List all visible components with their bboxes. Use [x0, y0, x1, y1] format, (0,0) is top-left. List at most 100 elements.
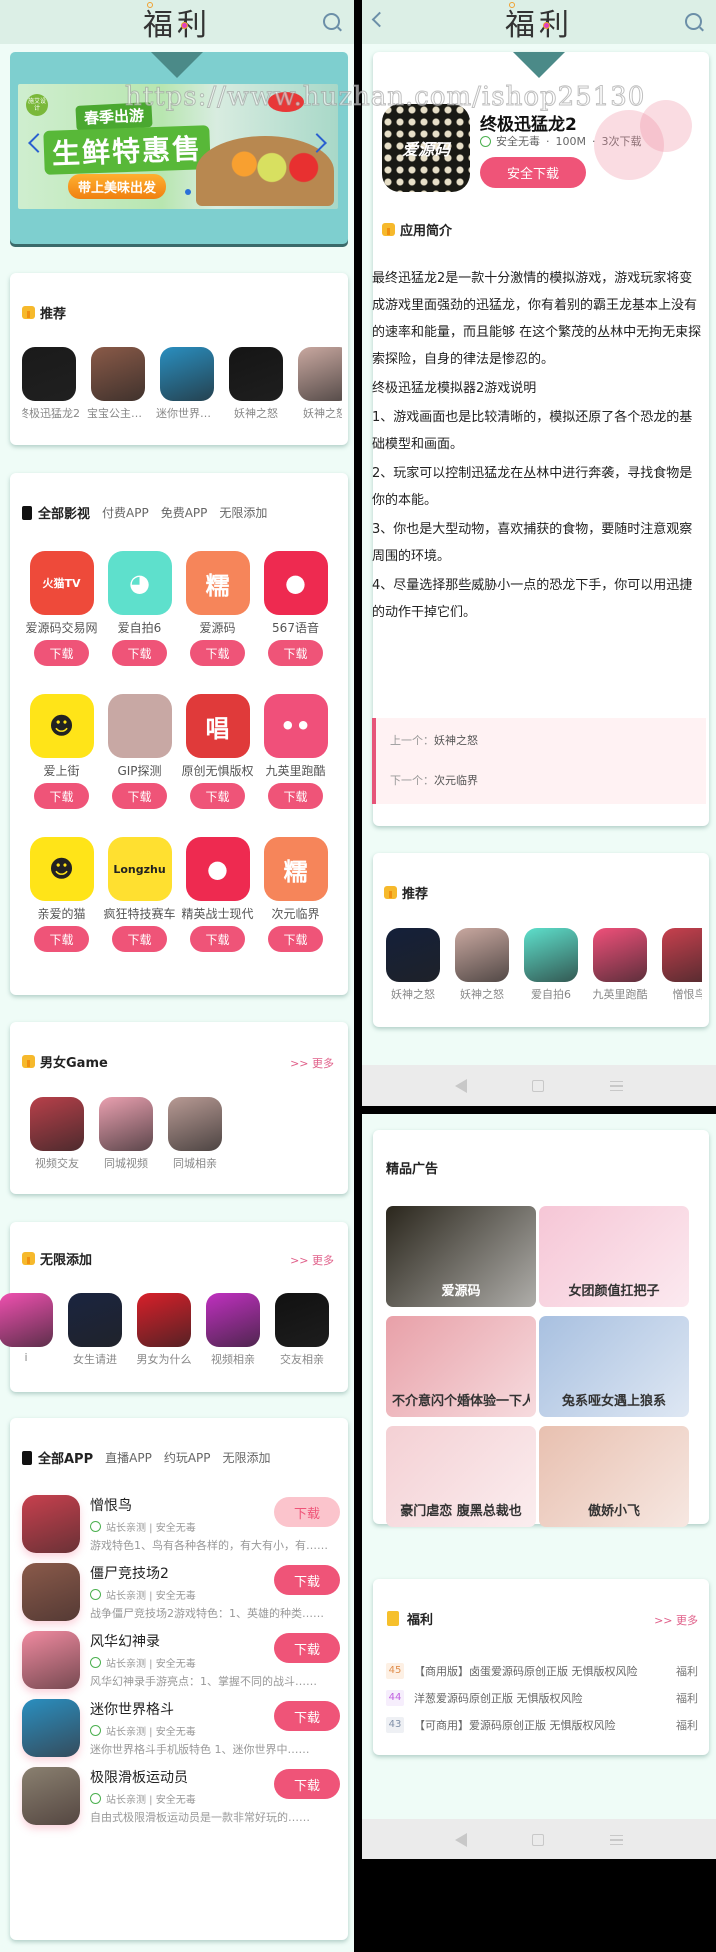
- nav-back-icon[interactable]: [454, 1079, 467, 1093]
- download-button[interactable]: 下载: [34, 640, 89, 666]
- download-button[interactable]: 下载: [274, 1769, 340, 1799]
- welfare-item[interactable]: 43 【可商用】爱源码原创正版 无惧版权风险 福利: [386, 1711, 698, 1738]
- app-item[interactable]: 爱自拍6: [524, 928, 593, 1002]
- download-button[interactable]: 下载: [190, 926, 245, 952]
- download-button[interactable]: 下载: [268, 783, 323, 809]
- ad-caption: 爱源码: [441, 1284, 481, 1299]
- tab-3[interactable]: 无限添加: [223, 1449, 271, 1466]
- list-item[interactable]: 极限滑板运动员 站长亲测 | 安全无毒 自由式极限滑板运动员是一款非常好玩的…… 下载: [22, 1765, 340, 1835]
- app-item[interactable]: 妖神之怒: [298, 347, 342, 421]
- tab-2[interactable]: 免费APP: [161, 504, 208, 521]
- download-button[interactable]: 下载: [190, 640, 245, 666]
- grid-app-item[interactable]: 糯次元临界 下载: [258, 837, 333, 952]
- ad-banner[interactable]: 爱源码: [386, 1206, 536, 1307]
- safe-download-button[interactable]: 安全下载: [480, 157, 586, 188]
- download-button[interactable]: 下载: [268, 926, 323, 952]
- ad-banner[interactable]: 豪门虐恋 腹黑总裁也: [386, 1426, 536, 1527]
- app-description: 风华幻神录手游亮点：1、掌握不同的战斗……: [90, 1675, 317, 1688]
- game-list[interactable]: 视频交友 同城视频 同城相亲: [30, 1097, 342, 1171]
- search-icon[interactable]: [323, 13, 340, 30]
- download-button[interactable]: 下载: [34, 926, 89, 952]
- app-item[interactable]: 男女为什么: [137, 1293, 206, 1367]
- nav-menu-icon[interactable]: [610, 1081, 624, 1091]
- tab-1[interactable]: 付费APP: [102, 504, 149, 521]
- app-item[interactable]: i: [0, 1293, 68, 1367]
- app-item[interactable]: 九英里跑酷: [593, 928, 662, 1002]
- download-button[interactable]: 下载: [268, 640, 323, 666]
- search-icon[interactable]: [685, 13, 702, 30]
- app-label: 九英里跑酷: [592, 988, 648, 1001]
- tab-label: 全部APP: [38, 1452, 94, 1467]
- download-button[interactable]: 下载: [112, 640, 167, 666]
- tab-2[interactable]: 约玩APP: [164, 1449, 211, 1466]
- grid-app-item[interactable]: GIP探测 下载: [102, 694, 177, 809]
- ad-banner[interactable]: 不介意闪个婚体验一下人生: [386, 1316, 536, 1417]
- app-icon: [99, 1097, 153, 1151]
- tab-0[interactable]: 全部APP: [22, 1448, 93, 1467]
- grid-app-item[interactable]: 糯爱源码 下载: [180, 551, 255, 666]
- download-button[interactable]: 下载: [274, 1497, 340, 1527]
- banner-badge: 施艾设计: [26, 94, 48, 116]
- grid-app-item[interactable]: ☻ 亲爱的猫 下载: [24, 837, 99, 952]
- ad-banner[interactable]: 傲娇小飞: [539, 1426, 689, 1527]
- app-item[interactable]: 憎恨鸟: [662, 928, 702, 1002]
- tab-0[interactable]: 全部影视: [22, 503, 90, 522]
- banner-carousel[interactable]: 施艾设计 春季出游 生鲜特惠售 带上美味出发: [18, 84, 338, 209]
- nav-home-icon[interactable]: [532, 1834, 545, 1846]
- welfare-item[interactable]: 44 洋葱爱源码原创正版 无惧版权风险 福利: [386, 1684, 698, 1711]
- download-button[interactable]: 下载: [274, 1565, 340, 1595]
- grid-app-item[interactable]: ☻ 爱上街 下载: [24, 694, 99, 809]
- list-item[interactable]: 僵尸竞技场2 站长亲测 | 安全无毒 战争僵尸竞技场2游戏特色：1、英雄的种类…… 下…: [22, 1561, 340, 1631]
- app-item[interactable]: 同城视频: [99, 1097, 168, 1171]
- next-link[interactable]: 下一个：次元临界: [390, 772, 478, 788]
- carousel-dot[interactable]: [185, 189, 191, 195]
- list-item[interactable]: 风华幻神录 站长亲测 | 安全无毒 风华幻神录手游亮点：1、掌握不同的战斗…… 下载: [22, 1629, 340, 1699]
- app-description: 迷你世界格斗手机版特色 1、迷你世界中……: [90, 1743, 310, 1756]
- app-item[interactable]: 妖神之怒: [386, 928, 455, 1002]
- nav-menu-icon[interactable]: [610, 1835, 624, 1845]
- welfare-item[interactable]: 45 【商用版】卤蛋爱源码原创正版 无惧版权风险 福利: [386, 1657, 698, 1684]
- welfare-more-link[interactable]: >> 更多: [654, 1612, 698, 1628]
- ad-banner[interactable]: 兔系哑女遇上狼系: [539, 1316, 689, 1417]
- download-button[interactable]: 下载: [34, 783, 89, 809]
- grid-app-item[interactable]: ● 567语音 下载: [258, 551, 333, 666]
- tab-3[interactable]: 无限添加: [219, 504, 267, 521]
- download-button[interactable]: 下载: [112, 783, 167, 809]
- list-item[interactable]: 憎恨鸟 站长亲测 | 安全无毒 游戏特色1、鸟有各种各样的，有大有小，有…… 下载: [22, 1493, 340, 1563]
- download-button[interactable]: 下载: [112, 926, 167, 952]
- app-item[interactable]: 女生请进: [68, 1293, 137, 1367]
- grid-app-item[interactable]: •• 九英里跑酷 下载: [258, 694, 333, 809]
- list-item[interactable]: 迷你世界格斗 站长亲测 | 安全无毒 迷你世界格斗手机版特色 1、迷你世界中…… 下载: [22, 1697, 340, 1767]
- game-more-link[interactable]: >> 更多: [290, 1055, 334, 1071]
- app-meta: 站长亲测 | 安全无毒: [90, 1519, 196, 1534]
- grid-app-item[interactable]: ● 精英战士现代 下载: [180, 837, 255, 952]
- grid-app-item[interactable]: 火猫TV 爱源码交易网 下载: [24, 551, 99, 666]
- download-button[interactable]: 下载: [274, 1701, 340, 1731]
- app-item[interactable]: 视频相亲: [206, 1293, 275, 1367]
- app-item[interactable]: 同城相亲: [168, 1097, 237, 1171]
- download-button[interactable]: 下载: [274, 1633, 340, 1663]
- app-item[interactable]: 视频交友: [30, 1097, 99, 1171]
- unlimited-list[interactable]: i女生请进男女为什么视频相亲交友相亲无: [0, 1293, 334, 1367]
- app-item[interactable]: 宝宝公主换装: [87, 347, 160, 421]
- recommend-list[interactable]: 妖神之怒 妖神之怒 爱自拍6 九英里跑酷 憎恨鸟: [386, 928, 702, 1002]
- app-label: 亲爱的猫: [37, 907, 86, 921]
- app-item[interactable]: 终极迅猛龙2: [22, 347, 91, 421]
- grid-app-item[interactable]: ◕ 爱自拍6 下载: [102, 551, 177, 666]
- app-item[interactable]: 交友相亲: [275, 1293, 334, 1367]
- back-icon[interactable]: [371, 11, 388, 28]
- app-label: 视频交友: [35, 1157, 79, 1170]
- grid-app-item[interactable]: 唱原创无惧版权 下载: [180, 694, 255, 809]
- tab-1[interactable]: 直播APP: [105, 1449, 152, 1466]
- app-item[interactable]: 迷你世界格斗: [156, 347, 229, 421]
- nav-back-icon[interactable]: [454, 1833, 467, 1847]
- app-item[interactable]: 妖神之怒: [229, 347, 298, 421]
- download-button[interactable]: 下载: [190, 783, 245, 809]
- ad-banner[interactable]: 女团颜值扛把子: [539, 1206, 689, 1307]
- prev-link[interactable]: 上一个：妖神之怒: [390, 732, 478, 748]
- grid-app-item[interactable]: Longzhu 疯狂特技赛车 下载: [102, 837, 177, 952]
- recommend-list[interactable]: 终极迅猛龙2 宝宝公主换装迷你世界格斗 妖神之怒 妖神之怒: [22, 347, 342, 421]
- unlimited-more-link[interactable]: >> 更多: [290, 1252, 334, 1268]
- app-item[interactable]: 妖神之怒: [455, 928, 524, 1002]
- nav-home-icon[interactable]: [532, 1080, 545, 1092]
